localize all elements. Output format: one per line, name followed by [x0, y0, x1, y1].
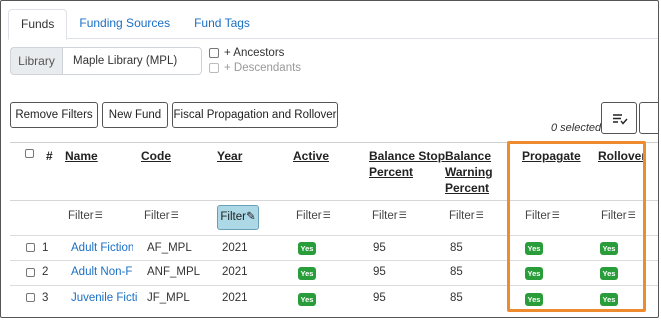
selected-count: 0 selected	[551, 122, 602, 134]
balance-stop-value: 95	[373, 266, 386, 278]
active-badge: Yes	[298, 242, 316, 255]
column-header-code[interactable]: Code	[141, 148, 171, 164]
filter-balance-warning[interactable]: Filter☰	[449, 210, 484, 222]
fund-year: 2021	[222, 292, 248, 304]
filter-year-active[interactable]: Filter✎	[217, 205, 259, 230]
filter-active[interactable]: Filter☰	[296, 210, 331, 222]
filter-icon: ☰	[627, 210, 636, 220]
column-header-balance-warning[interactable]: Balance Warning Percent	[445, 148, 493, 196]
row-checkbox[interactable]	[26, 293, 35, 302]
rollover-badge: Yes	[600, 242, 618, 255]
propagate-badge: Yes	[525, 242, 543, 255]
column-header-balance-stop[interactable]: Balance Stop Percent	[369, 148, 445, 180]
balance-stop-line1: Balance Stop	[369, 149, 446, 163]
propagate-badge: Yes	[525, 293, 543, 306]
ancestors-label: + Ancestors	[224, 47, 285, 59]
filter-name[interactable]: Filter☰	[68, 210, 103, 222]
balance-warning-line2: Warning	[445, 165, 493, 179]
column-header-number: #	[46, 149, 53, 163]
row-divider	[10, 235, 658, 236]
library-selector: Library Maple Library (MPL)	[10, 47, 202, 75]
row-checkbox[interactable]	[26, 243, 35, 252]
balance-warning-line1: Balance	[445, 149, 492, 163]
balance-stop-line2: Percent	[369, 165, 414, 179]
select-all-checkbox[interactable]	[25, 149, 34, 158]
filter-icon: ☰	[94, 210, 103, 220]
column-header-name[interactable]: Name	[65, 148, 98, 164]
fund-name-link[interactable]: Adult Fiction	[71, 242, 133, 254]
filter-propagate[interactable]: Filter☰	[525, 210, 560, 222]
header-separator	[10, 200, 658, 201]
row-divider	[10, 260, 658, 261]
filter-code[interactable]: Filter☰	[144, 210, 179, 222]
balance-warning-line3: Percent	[445, 181, 490, 195]
fund-year: 2021	[222, 266, 248, 278]
balance-warning-value: 85	[450, 292, 463, 304]
propagate-badge: Yes	[525, 267, 543, 280]
row-number: 2	[42, 266, 49, 278]
new-fund-button[interactable]: New Fund	[102, 102, 168, 128]
column-header-rollover[interactable]: Rollover	[598, 148, 646, 164]
grid-top-border	[10, 142, 658, 143]
column-header-propagate[interactable]: Propagate	[522, 148, 581, 164]
active-badge: Yes	[298, 293, 316, 306]
fund-code: ANF_MPL	[147, 266, 201, 278]
filter-icon: ☰	[322, 210, 331, 220]
balance-warning-value: 85	[450, 266, 463, 278]
filter-icon: ☰	[551, 210, 560, 220]
rollover-badge: Yes	[600, 293, 618, 306]
fund-name-link[interactable]: Juvenile Ficti	[71, 292, 139, 304]
tab-funding-sources[interactable]: Funding Sources	[67, 9, 182, 39]
row-number: 1	[42, 242, 49, 254]
fund-name-link[interactable]: Adult Non-F	[71, 266, 139, 278]
fund-code: JF_MPL	[147, 292, 190, 304]
funds-panel: Funds Funding Sources Fund Tags Library …	[0, 0, 659, 318]
row-divider	[10, 285, 658, 286]
descendants-label: + Descendants	[224, 62, 302, 74]
rollover-badge: Yes	[600, 267, 618, 280]
balance-warning-value: 85	[450, 242, 463, 254]
ancestors-checkbox[interactable]	[209, 48, 219, 58]
fiscal-propagation-button[interactable]: Fiscal Propagation and Rollover	[172, 102, 338, 128]
ancestors-option[interactable]: + Ancestors	[209, 47, 284, 59]
active-badge: Yes	[298, 267, 316, 280]
tab-fund-tags[interactable]: Fund Tags	[182, 9, 262, 39]
sort-lines-check-icon	[613, 114, 628, 125]
fund-year: 2021	[222, 242, 248, 254]
filter-rollover[interactable]: Filter☰	[601, 210, 636, 222]
filter-balance-stop[interactable]: Filter☰	[372, 210, 407, 222]
propagate-rollover-highlight	[507, 141, 646, 312]
sort-columns-button[interactable]	[601, 102, 637, 134]
tab-funds[interactable]: Funds	[8, 9, 68, 40]
remove-filters-button[interactable]: Remove Filters	[10, 102, 98, 128]
column-header-year[interactable]: Year	[217, 148, 242, 164]
balance-stop-value: 95	[373, 292, 386, 304]
fund-code: AF_MPL	[147, 242, 192, 254]
descendants-option: + Descendants	[209, 62, 301, 74]
column-header-active[interactable]: Active	[293, 148, 329, 164]
descendants-checkbox	[209, 63, 219, 73]
pencil-icon: ✎	[245, 211, 256, 223]
row-number: 3	[42, 292, 49, 304]
filter-icon: ☰	[398, 210, 407, 220]
grid-actions-button[interactable]	[639, 102, 658, 134]
balance-stop-value: 95	[373, 242, 386, 254]
tab-bar: Funds Funding Sources Fund Tags	[8, 9, 658, 40]
filter-icon: ☰	[475, 210, 484, 220]
library-input[interactable]: Maple Library (MPL)	[62, 47, 202, 75]
library-label: Library	[10, 47, 62, 75]
filter-icon: ☰	[170, 210, 179, 220]
row-checkbox[interactable]	[26, 268, 35, 277]
